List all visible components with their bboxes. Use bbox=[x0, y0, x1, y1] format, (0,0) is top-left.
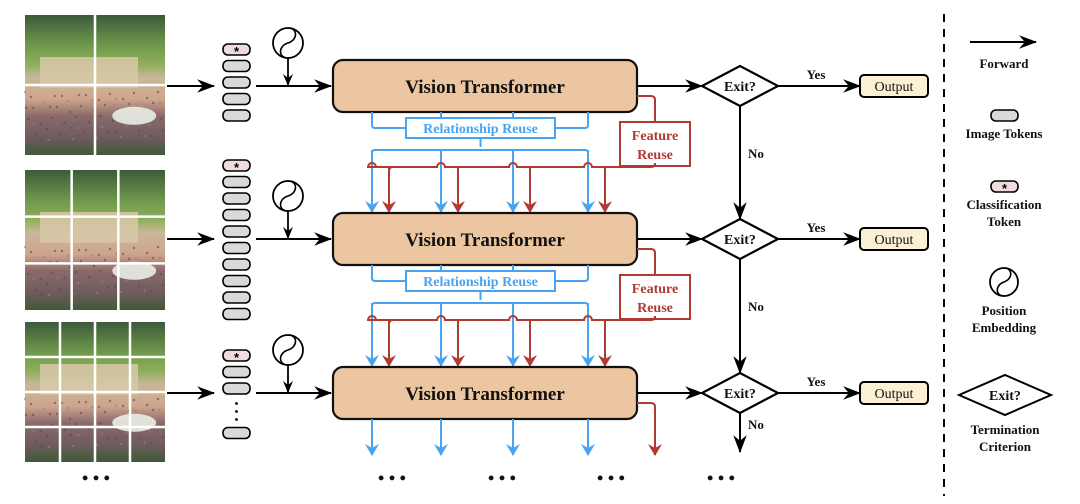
output-box: Output bbox=[859, 74, 929, 98]
legend-position-label-2: Embedding bbox=[972, 320, 1037, 335]
image-token bbox=[222, 208, 251, 222]
image-token bbox=[222, 192, 251, 205]
legend-position-embedding-icon bbox=[989, 267, 1019, 297]
exit-decision: Exit? bbox=[699, 371, 781, 415]
exit-decision: Exit? bbox=[699, 217, 781, 261]
legend-exit-label: Exit? bbox=[989, 389, 1021, 404]
vision-transformer-label: Vision Transformer bbox=[405, 77, 565, 98]
image-token bbox=[222, 291, 251, 304]
output-label: Output bbox=[875, 387, 914, 402]
yes-label: Yes bbox=[807, 220, 826, 235]
output-box: Output bbox=[859, 381, 929, 405]
token-sequence: * bbox=[222, 349, 251, 440]
feature-reuse-label-2: Reuse bbox=[637, 301, 673, 316]
yes-label: Yes bbox=[807, 67, 826, 82]
feature-reuse: Feature Reuse bbox=[366, 95, 691, 213]
legend-classification-token-icon: * bbox=[990, 180, 1019, 196]
continuation-dots: • • • • • • • • • • • • • • • bbox=[82, 468, 735, 488]
yes-label: Yes bbox=[807, 374, 826, 389]
continuation-1: • • • bbox=[378, 468, 406, 488]
image-token bbox=[222, 175, 251, 189]
no-label: No bbox=[748, 417, 764, 432]
exit-label: Exit? bbox=[724, 387, 756, 402]
image-token bbox=[222, 76, 251, 89]
stages-layer: * Vision Transformer Exit? Yes Output No Relat… bbox=[23, 15, 929, 462]
legend-termination-label-2: Criterion bbox=[979, 439, 1032, 454]
vision-transformer-block: Vision Transformer bbox=[331, 58, 639, 114]
no-label: No bbox=[748, 146, 764, 161]
classification-token: * bbox=[222, 43, 251, 59]
feature-reuse-arrow bbox=[637, 402, 662, 456]
stage-3: * Vision Transformer Exit? Yes Output No bbox=[23, 322, 929, 462]
continuation-2: • • • bbox=[488, 468, 516, 488]
image-token bbox=[222, 92, 251, 106]
relationship-reuse-label: Relationship Reuse bbox=[423, 275, 538, 290]
image-token bbox=[222, 109, 251, 122]
legend: Forward Image Tokens * Classification To… bbox=[943, 14, 1054, 496]
image-token bbox=[222, 365, 251, 379]
feature-reuse-label-1: Feature bbox=[632, 282, 678, 297]
input-image-2x2 bbox=[23, 15, 165, 155]
position-embedding-icon bbox=[272, 334, 304, 366]
continuation-3: • • • bbox=[597, 468, 625, 488]
vision-transformer-block: Vision Transformer bbox=[331, 365, 639, 421]
legend-classification-label-2: Token bbox=[987, 214, 1022, 229]
image-token bbox=[222, 307, 251, 321]
position-embedding-icon bbox=[272, 180, 304, 212]
diagram-canvas: * Vision Transformer Exit? Yes Output No Relat… bbox=[23, 14, 1054, 496]
feature-reuse-label-2: Reuse bbox=[637, 148, 673, 163]
relationship-reuse-label: Relationship Reuse bbox=[423, 122, 538, 137]
image-token bbox=[222, 274, 251, 288]
image-token bbox=[222, 382, 251, 395]
output-label: Output bbox=[875, 80, 914, 95]
relationship-reuse: Relationship Reuse bbox=[365, 265, 595, 367]
classification-token: * bbox=[222, 159, 251, 175]
legend-image-token-icon bbox=[990, 109, 1019, 122]
token-sequence: * bbox=[222, 43, 251, 122]
legend-classification-label-1: Classification bbox=[966, 197, 1042, 212]
no-label: No bbox=[748, 299, 764, 314]
continuation-images: • • • bbox=[82, 468, 110, 488]
vision-transformer-label: Vision Transformer bbox=[405, 384, 565, 405]
exit-label: Exit? bbox=[724, 233, 756, 248]
image-token bbox=[222, 258, 251, 271]
position-embedding-icon bbox=[272, 27, 304, 59]
vision-transformer-block: Vision Transformer bbox=[331, 211, 639, 267]
token-sequence: * bbox=[222, 159, 251, 321]
feature-reuse: Feature Reuse bbox=[366, 248, 691, 367]
image-token bbox=[222, 59, 251, 73]
feature-reuse-label-1: Feature bbox=[632, 129, 678, 144]
legend-termination-label-1: Termination bbox=[971, 422, 1041, 437]
input-image-4x4 bbox=[23, 322, 165, 462]
continuation-4: • • • bbox=[707, 468, 735, 488]
image-token bbox=[222, 225, 251, 238]
exit-decision: Exit? bbox=[699, 64, 781, 108]
legend-position-label-1: Position bbox=[982, 303, 1028, 318]
vision-transformer-label: Vision Transformer bbox=[405, 230, 565, 251]
legend-forward-label: Forward bbox=[979, 56, 1029, 71]
legend-image-tokens-label: Image Tokens bbox=[966, 126, 1043, 141]
image-token bbox=[222, 426, 251, 440]
exit-label: Exit? bbox=[724, 80, 756, 95]
output-label: Output bbox=[875, 233, 914, 248]
image-token bbox=[222, 241, 251, 255]
output-box: Output bbox=[859, 227, 929, 251]
input-image-3x3 bbox=[23, 170, 165, 310]
relationship-reuse: Relationship Reuse bbox=[365, 112, 595, 213]
classification-token: * bbox=[222, 349, 251, 365]
